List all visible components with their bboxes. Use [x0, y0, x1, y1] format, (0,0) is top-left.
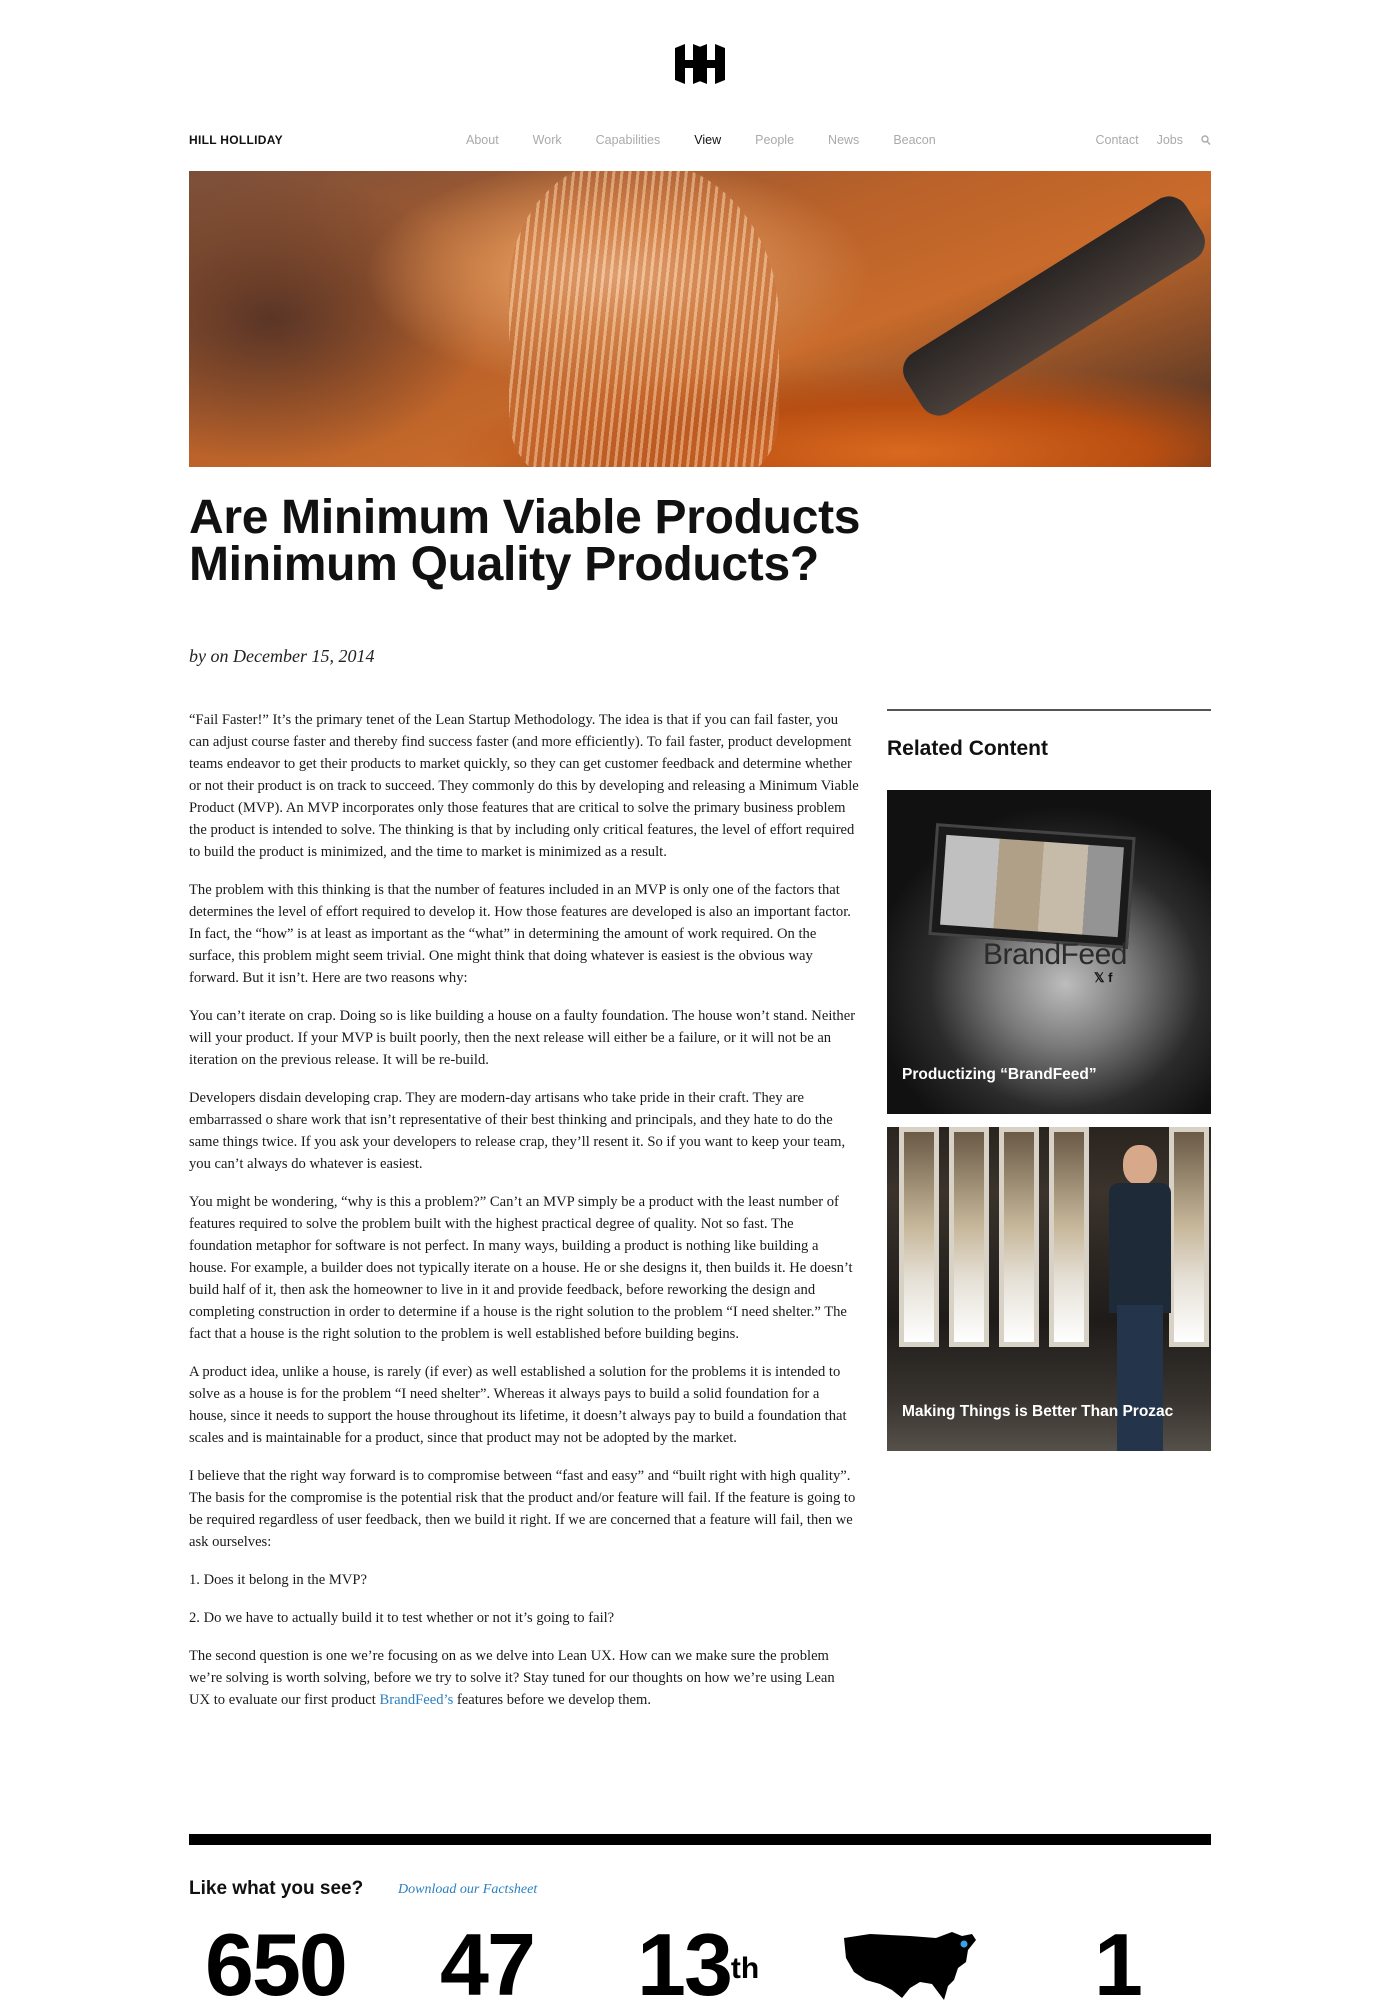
- stat-number: 650: [205, 1915, 348, 2000]
- related-card-prozac[interactable]: Making Things is Better Than Prozac: [887, 1127, 1211, 1451]
- tongs-shape: [895, 188, 1211, 424]
- stat-ordinal: 13th: [637, 1920, 759, 2000]
- article-body: “Fail Faster!” It’s the primary tenet of…: [189, 709, 859, 1727]
- card-caption: Making Things is Better Than Prozac: [902, 1403, 1174, 1420]
- monitor-screen: [940, 834, 1124, 938]
- footer-divider: [189, 1834, 1211, 1845]
- article-title: Are Minimum Viable Products Minimum Qual…: [189, 491, 861, 591]
- paragraph: “Fail Faster!” It’s the primary tenet of…: [189, 712, 859, 860]
- paragraph-text: features before we develop them.: [453, 1692, 652, 1708]
- nav-work[interactable]: Work: [533, 133, 562, 147]
- paragraph: Developers disdain developing crap. They…: [189, 1090, 846, 1172]
- hero-image-spaghetti: [189, 171, 1211, 467]
- window-pane: [1169, 1127, 1209, 1347]
- window-pane: [999, 1127, 1039, 1347]
- stat-number: 47: [440, 1915, 536, 2000]
- hill-holliday-logo[interactable]: [673, 44, 727, 84]
- nav-contact[interactable]: Contact: [1096, 133, 1139, 147]
- person-body: [1109, 1183, 1171, 1313]
- sidebar-divider: [887, 709, 1211, 711]
- nav-about[interactable]: About: [466, 133, 499, 147]
- article-byline: by on December 15, 2014: [189, 646, 375, 666]
- social-icons: 𝕏 f: [1094, 970, 1113, 985]
- stat-number: 13: [637, 1915, 733, 2000]
- related-card-brandfeed[interactable]: BrandFeed 𝕏 f Productizing “BrandFeed”: [887, 790, 1211, 1114]
- brand-link[interactable]: HILL HOLLIDAY: [189, 133, 283, 147]
- nav-view[interactable]: View: [694, 133, 721, 147]
- stat-suffix: th: [730, 1952, 760, 1985]
- spaghetti-strands: [509, 171, 779, 467]
- card-caption: Productizing “BrandFeed”: [902, 1066, 1097, 1083]
- download-factsheet-link[interactable]: Download our Factsheet: [398, 1882, 537, 1898]
- paragraph: You might be wondering, “why is this a p…: [189, 1194, 853, 1342]
- nav-capabilities[interactable]: Capabilities: [596, 133, 661, 147]
- person-head: [1123, 1145, 1157, 1185]
- brandfeed-logo-text: BrandFeed: [983, 938, 1127, 971]
- monitor-image: [928, 823, 1136, 949]
- window-pane: [899, 1127, 939, 1347]
- secondary-nav: Contact Jobs: [1096, 133, 1212, 147]
- paragraph: 1. Does it belong in the MVP?: [189, 1572, 367, 1588]
- nav-news[interactable]: News: [828, 133, 859, 147]
- nav-jobs[interactable]: Jobs: [1157, 133, 1183, 147]
- paragraph-last: The second question is one we’re focusin…: [189, 1645, 859, 1711]
- window-pane: [1049, 1127, 1089, 1347]
- like-what-you-see: Like what you see?: [189, 1878, 364, 1899]
- top-nav: HILL HOLLIDAY About Work Capabilities Vi…: [189, 131, 1211, 151]
- brandfeed-link[interactable]: BrandFeed’s: [379, 1692, 453, 1708]
- paragraph: 2. Do we have to actually build it to te…: [189, 1610, 615, 1626]
- paragraph: A product idea, unlike a house, is rarel…: [189, 1364, 847, 1446]
- nav-people[interactable]: People: [755, 133, 794, 147]
- us-map-icon: [844, 1932, 976, 2000]
- person-legs: [1117, 1305, 1163, 1451]
- sidebar-title: Related Content: [887, 737, 1049, 760]
- search-icon[interactable]: [1201, 135, 1211, 147]
- stat-number: 1: [1094, 1915, 1143, 2000]
- nav-beacon[interactable]: Beacon: [893, 133, 935, 147]
- window-pane: [949, 1127, 989, 1347]
- paragraph: I believe that the right way forward is …: [189, 1468, 856, 1550]
- main-nav: About Work Capabilities View People News…: [466, 133, 970, 147]
- paragraph: You can’t iterate on crap. Doing so is l…: [189, 1008, 856, 1068]
- paragraph: The problem with this thinking is that t…: [189, 882, 851, 986]
